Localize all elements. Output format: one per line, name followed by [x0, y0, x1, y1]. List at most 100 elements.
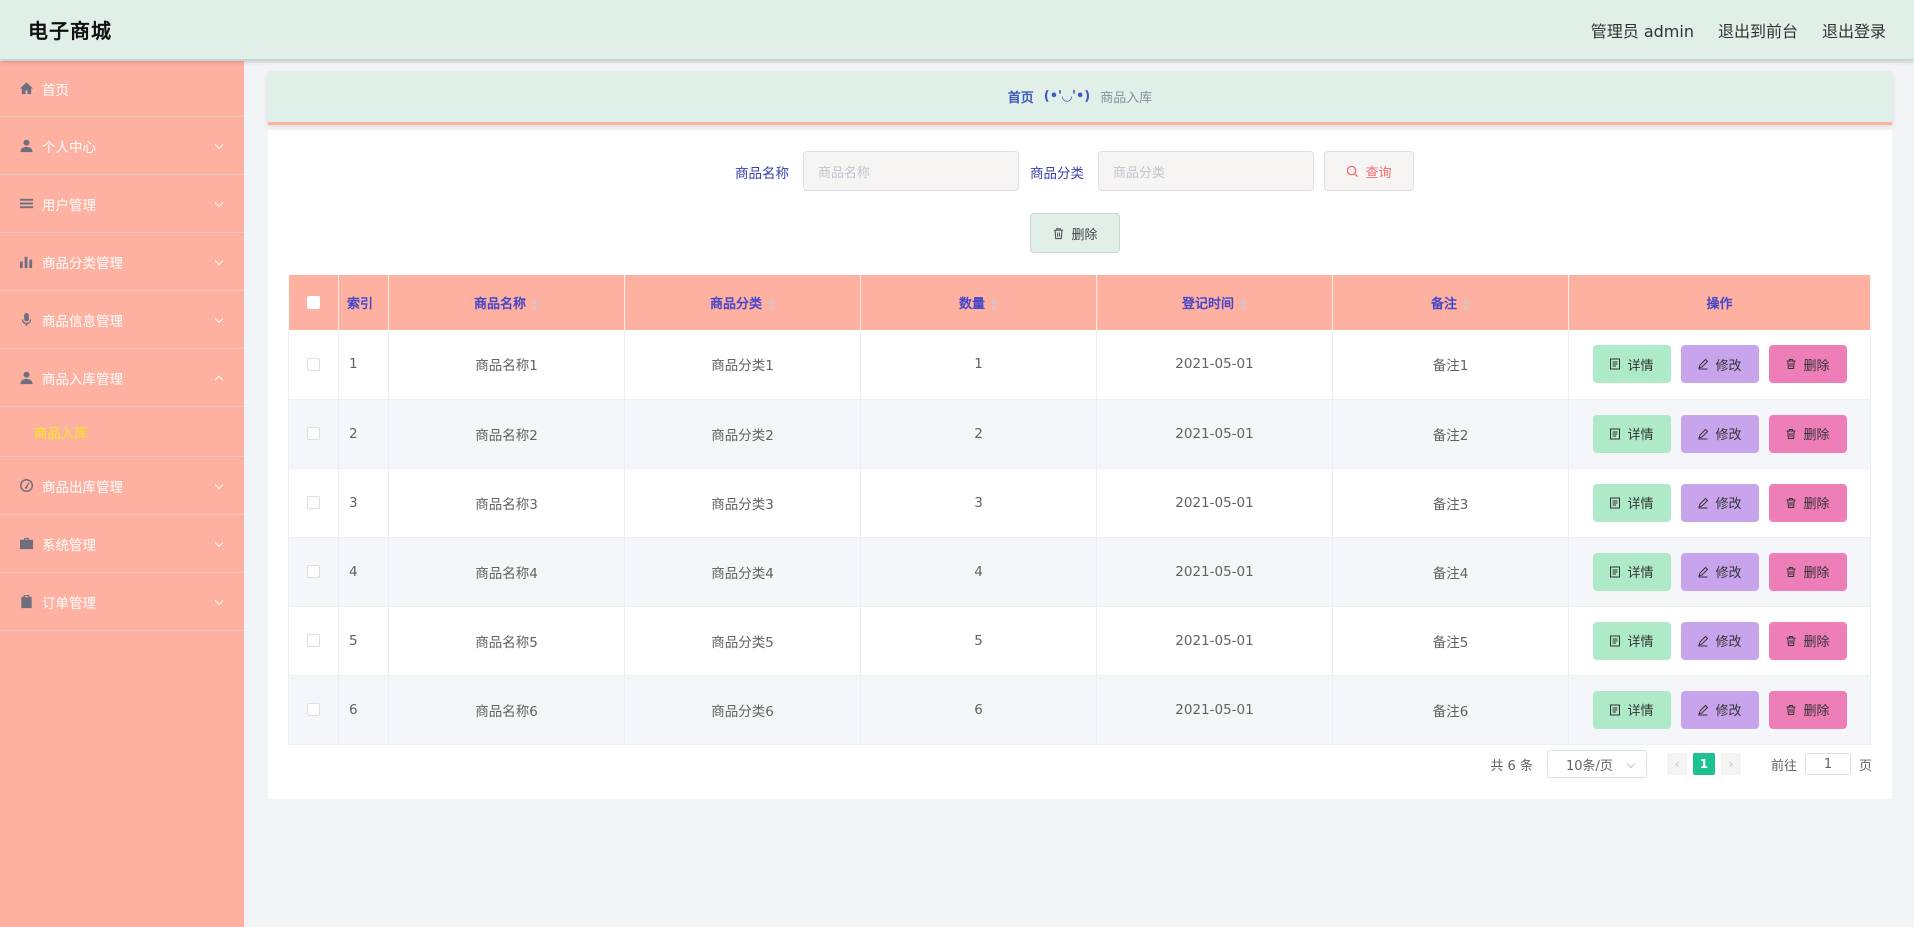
row-quantity: 4	[860, 537, 1097, 607]
delete-button[interactable]: 删除	[1768, 621, 1847, 660]
edit-button-label: 修改	[1715, 428, 1742, 443]
remark-header[interactable]: 备注	[1332, 275, 1569, 330]
batch-delete-label: 删除	[1071, 227, 1098, 243]
sidebar-subitem-stock-in[interactable]: 商品入库	[0, 407, 244, 457]
trash-icon	[1786, 428, 1796, 439]
delete-button[interactable]: 删除	[1768, 690, 1847, 729]
prev-page-button[interactable]: ‹	[1666, 753, 1687, 775]
sort-icon[interactable]	[991, 299, 998, 310]
edit-button[interactable]: 修改	[1680, 345, 1759, 384]
detail-button[interactable]: 详情	[1592, 552, 1671, 591]
product-name-input[interactable]: 商品名称	[803, 151, 1019, 191]
chevron-down-icon	[214, 480, 224, 489]
detail-button[interactable]: 详情	[1592, 414, 1671, 453]
quantity-header[interactable]: 数量	[860, 275, 1097, 330]
breadcrumb-home[interactable]: 首页	[1008, 87, 1034, 106]
logout-link[interactable]: 退出登录	[1822, 18, 1886, 42]
row-checkbox[interactable]	[307, 357, 320, 371]
trash-icon	[1786, 359, 1796, 370]
row-ops: 详情 修改 删除	[1568, 675, 1871, 745]
row-category: 商品分类5	[624, 606, 861, 676]
sidebar-item-home[interactable]: 首页	[0, 61, 244, 117]
detail-button[interactable]: 详情	[1592, 345, 1671, 384]
row-index: 5	[338, 606, 389, 676]
row-time: 2021-05-01	[1096, 399, 1333, 469]
document-icon	[1610, 566, 1621, 577]
sidebar-item-category-management[interactable]: 商品分类管理	[0, 233, 244, 291]
sort-icon[interactable]	[768, 299, 775, 310]
sidebar-item-stock-out-management[interactable]: 商品出库管理	[0, 457, 244, 515]
row-index: 4	[338, 537, 389, 607]
detail-button[interactable]: 详情	[1592, 483, 1671, 522]
breadcrumb-current: 商品入库	[1100, 91, 1153, 106]
sidebar-item-product-info-management[interactable]: 商品信息管理	[0, 291, 244, 349]
delete-button[interactable]: 删除	[1768, 552, 1847, 591]
clipboard-icon	[18, 594, 34, 610]
table-row: 1 商品名称1 商品分类1 1 2021-05-01 备注1 详情 修改 删除	[288, 330, 1871, 400]
category-header[interactable]: 商品分类	[624, 275, 861, 330]
delete-button-label: 删除	[1803, 704, 1830, 719]
edit-button[interactable]: 修改	[1680, 414, 1759, 453]
row-checkbox[interactable]	[307, 496, 320, 509]
top-nav: 管理员 admin 退出到前台 退出登录	[1591, 18, 1886, 42]
sidebar-item-system-management[interactable]: 系统管理	[0, 515, 244, 573]
time-header[interactable]: 登记时间	[1096, 275, 1333, 330]
sort-icon[interactable]	[532, 299, 539, 310]
edit-icon	[1698, 704, 1709, 715]
detail-button-label: 详情	[1627, 704, 1654, 719]
edit-button[interactable]: 修改	[1680, 552, 1759, 591]
page-size-select[interactable]: 10条/页	[1546, 750, 1647, 778]
goto-page-input[interactable]: 1	[1804, 753, 1851, 775]
sidebar-item-stock-in-management[interactable]: 商品入库管理	[0, 349, 244, 407]
gauge-icon	[18, 478, 34, 494]
edit-button[interactable]: 修改	[1680, 690, 1759, 729]
detail-button-label: 详情	[1627, 635, 1654, 650]
row-quantity: 3	[860, 468, 1097, 538]
sidebar-item-personal-center[interactable]: 个人中心	[0, 117, 244, 175]
exit-to-frontend-link[interactable]: 退出到前台	[1718, 18, 1798, 42]
sort-icon[interactable]	[1463, 299, 1470, 310]
edit-button[interactable]: 修改	[1680, 483, 1759, 522]
select-all-checkbox[interactable]	[306, 296, 320, 309]
next-page-button[interactable]: ›	[1720, 753, 1741, 775]
row-checkbox[interactable]	[307, 565, 320, 578]
row-checkbox[interactable]	[307, 427, 320, 440]
row-checkbox[interactable]	[307, 703, 320, 716]
document-icon	[1610, 704, 1621, 715]
search-button[interactable]: 查询	[1324, 151, 1414, 191]
product-category-input[interactable]: 商品分类	[1098, 151, 1314, 191]
batch-delete-button[interactable]: 删除	[1030, 213, 1120, 253]
search-icon	[1347, 165, 1359, 177]
sidebar-item-user-management[interactable]: 用户管理	[0, 175, 244, 233]
page-number-current[interactable]: 1	[1692, 753, 1715, 775]
sidebar-item-order-management[interactable]: 订单管理	[0, 573, 244, 631]
row-name: 商品名称2	[388, 399, 625, 469]
sidebar-item-label: 商品分类管理	[42, 255, 123, 272]
delete-button[interactable]: 删除	[1768, 483, 1847, 522]
trash-icon	[1786, 704, 1796, 715]
admin-user-link[interactable]: 管理员 admin	[1591, 18, 1694, 42]
row-checkbox[interactable]	[307, 634, 320, 647]
time-header-label: 登记时间	[1181, 297, 1234, 312]
delete-button[interactable]: 删除	[1768, 414, 1847, 453]
trash-icon	[1786, 635, 1796, 646]
delete-button[interactable]: 删除	[1768, 345, 1847, 384]
top-bar: 电子商城 管理员 admin 退出到前台 退出登录	[0, 0, 1914, 60]
document-icon	[1610, 428, 1621, 439]
row-index: 3	[338, 468, 389, 538]
detail-button[interactable]: 详情	[1592, 621, 1671, 660]
main-panel: 商品名称 商品名称 商品分类 商品分类 查询 删除 索引 商品名称 商品分类 数…	[268, 130, 1892, 799]
row-remark: 备注4	[1332, 537, 1569, 607]
row-name: 商品名称1	[388, 330, 625, 400]
trash-icon	[1054, 227, 1064, 239]
edit-icon	[1698, 566, 1709, 577]
edit-button[interactable]: 修改	[1680, 621, 1759, 660]
chevron-up-icon	[214, 375, 224, 384]
detail-button[interactable]: 详情	[1592, 690, 1671, 729]
product-category-label: 商品分类	[1030, 166, 1084, 182]
row-index: 1	[338, 330, 389, 400]
row-time: 2021-05-01	[1096, 606, 1333, 676]
sort-icon[interactable]	[1240, 299, 1247, 310]
name-header[interactable]: 商品名称	[388, 275, 625, 330]
sidebar-item-label: 系统管理	[42, 537, 96, 554]
